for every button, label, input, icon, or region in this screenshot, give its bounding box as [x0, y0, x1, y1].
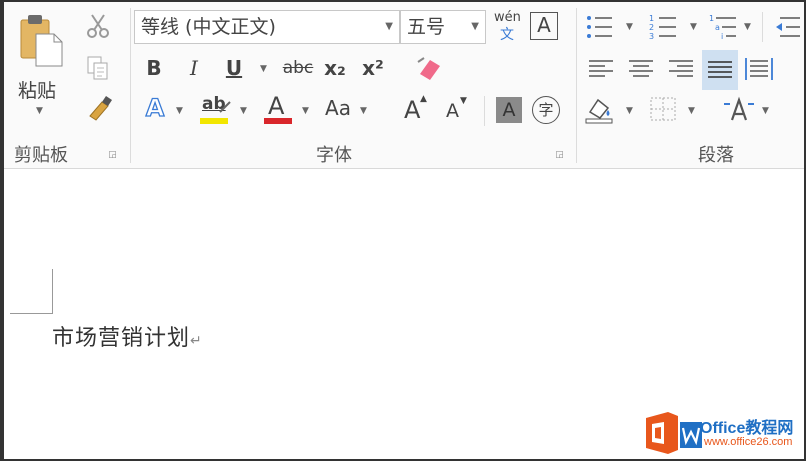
phonetic-bottom: 文	[500, 27, 514, 43]
multilevel-list-dropdown-icon[interactable]: ▼	[744, 22, 751, 32]
document-text: 市场营销计划	[52, 326, 191, 351]
bold-button[interactable]: B	[142, 54, 166, 82]
paste-label: 粘贴	[18, 80, 57, 102]
pen-icon	[219, 101, 231, 113]
svg-text:2: 2	[649, 23, 654, 32]
font-color-bar	[264, 118, 292, 124]
paragraph-mark: ↵	[190, 333, 203, 349]
copy-icon[interactable]	[84, 54, 112, 82]
chevron-down-icon[interactable]: ▼	[471, 11, 479, 43]
character-shading-button[interactable]: A	[496, 97, 522, 123]
paragraph-shading-icon[interactable]	[584, 94, 616, 124]
borders-dropdown-icon[interactable]: ▼	[688, 106, 695, 116]
text-effects-dropdown-icon[interactable]: ▼	[176, 106, 183, 116]
align-center-icon[interactable]	[626, 54, 656, 84]
list-separator	[762, 12, 763, 42]
format-painter-icon[interactable]	[84, 94, 114, 122]
font-inner-separator	[484, 96, 485, 126]
numbering-icon[interactable]: 1 2 3	[648, 12, 678, 42]
font-size-value: 五号	[407, 16, 446, 38]
subscript-button[interactable]: x₂	[322, 54, 348, 82]
font-separator	[576, 8, 577, 163]
svg-text:1: 1	[709, 14, 714, 23]
clipboard-separator	[130, 8, 131, 163]
svg-text:a: a	[715, 23, 720, 32]
ribbon-home: 粘贴 ▼ 剪贴板 ◲ 等线 (中文正文) ▼ 五号 ▼ wén 文 A B I …	[4, 2, 804, 169]
font-name-value: 等线 (中文正文)	[141, 16, 276, 38]
paragraph-group-label: 段落	[698, 145, 734, 166]
office-logo-icon	[646, 412, 678, 454]
enclose-characters-button[interactable]: 字	[532, 96, 560, 124]
character-border-label: A	[537, 13, 551, 37]
underline-dropdown-icon[interactable]: ▼	[260, 64, 267, 74]
phonetic-top: wén	[494, 10, 521, 25]
font-color-dropdown-icon[interactable]: ▼	[302, 106, 309, 116]
up-arrow-icon: ▲	[420, 94, 427, 104]
strikethrough-button[interactable]: abc	[278, 54, 318, 82]
paste-dropdown-arrow[interactable]: ▼	[36, 106, 43, 116]
italic-button[interactable]: I	[182, 54, 206, 82]
font-group-label: 字体	[316, 145, 352, 166]
watermark-url: www.office26.com	[704, 436, 793, 448]
font-dialog-launcher[interactable]: ◲	[554, 150, 565, 161]
align-right-icon[interactable]	[666, 54, 696, 84]
change-case-dropdown-icon[interactable]: ▼	[360, 106, 367, 116]
grow-font-button[interactable]: A ▲	[402, 94, 432, 126]
svg-text:3: 3	[649, 32, 654, 41]
multilevel-list-icon[interactable]: 1 a i	[708, 12, 738, 42]
font-size-combo[interactable]: 五号 ▼	[400, 10, 486, 44]
character-border-button[interactable]: A	[530, 12, 558, 40]
justify-icon	[708, 61, 732, 78]
text-effects-button[interactable]: A	[142, 93, 168, 122]
asian-layout-dropdown-icon[interactable]: ▼	[762, 106, 769, 116]
superscript-button[interactable]: x²	[360, 54, 386, 82]
cut-icon[interactable]	[84, 12, 112, 40]
svg-text:1: 1	[649, 14, 654, 23]
shading-dropdown-icon[interactable]: ▼	[626, 106, 633, 116]
paste-button[interactable]: 粘贴 ▼	[16, 12, 66, 122]
highlight-dropdown-icon[interactable]: ▼	[240, 106, 247, 116]
clipboard-group-label: 剪贴板	[14, 145, 68, 166]
highlight-color-bar	[200, 118, 228, 124]
watermark-brand: Office教程网	[700, 420, 794, 437]
decrease-indent-icon[interactable]	[772, 12, 802, 42]
enclose-characters-label: 字	[538, 101, 554, 119]
clipboard-dialog-launcher[interactable]: ◲	[107, 150, 118, 161]
highlight-button[interactable]: ab	[198, 94, 234, 126]
font-color-button[interactable]: A	[262, 92, 294, 126]
justify-button[interactable]	[702, 50, 738, 90]
sort-asian-layout-icon[interactable]	[722, 94, 756, 124]
bullets-icon[interactable]	[584, 12, 614, 42]
document-paragraph[interactable]: 市场营销计划↵	[52, 320, 203, 352]
font-name-combo[interactable]: 等线 (中文正文) ▼	[134, 10, 400, 44]
underline-button[interactable]: U	[222, 54, 246, 82]
align-left-icon[interactable]	[586, 54, 616, 84]
svg-text:i: i	[721, 32, 723, 41]
bullets-dropdown-icon[interactable]: ▼	[626, 22, 633, 32]
chevron-down-icon[interactable]: ▼	[385, 11, 393, 43]
change-case-button[interactable]: Aa	[320, 94, 356, 122]
font-color-label: A	[268, 92, 285, 120]
borders-icon[interactable]	[648, 94, 678, 124]
paste-icon	[20, 15, 63, 67]
shrink-font-label: A	[446, 100, 459, 122]
margin-corner-mark	[10, 269, 53, 314]
numbering-dropdown-icon[interactable]: ▼	[690, 22, 697, 32]
distributed-icon[interactable]	[744, 54, 774, 84]
shrink-font-button[interactable]: A ▼	[444, 96, 474, 128]
character-shading-label: A	[502, 99, 516, 121]
grow-font-label: A	[404, 96, 421, 124]
phonetic-guide-button[interactable]: wén 文	[492, 10, 526, 44]
office26-watermark: Office教程网 www.office26.com	[642, 408, 798, 458]
down-arrow-icon: ▼	[460, 96, 467, 106]
eraser-icon[interactable]	[414, 54, 444, 84]
